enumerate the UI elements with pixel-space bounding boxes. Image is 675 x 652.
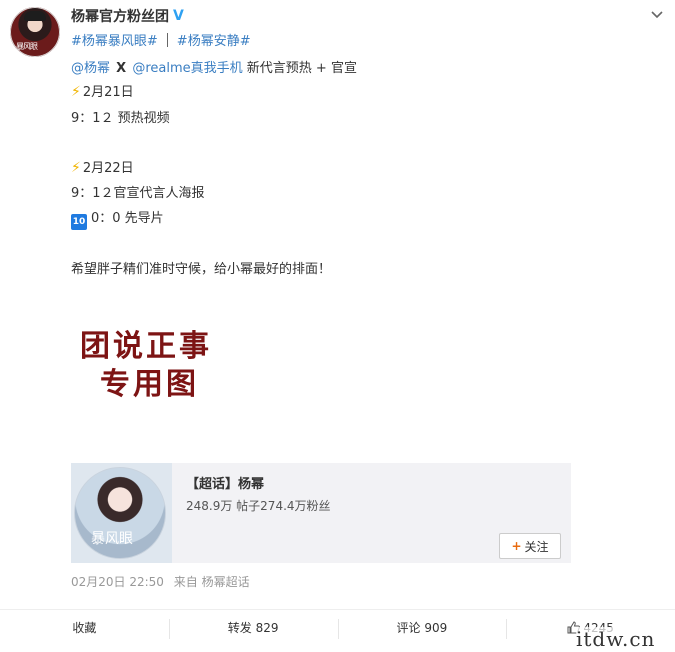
x-symbol: X — [116, 61, 127, 76]
username[interactable]: 杨幂官方粉丝团 V — [71, 6, 187, 26]
cover-text: 暴风眼 — [91, 531, 133, 547]
mention-link[interactable]: @realme真我手机 — [132, 61, 242, 76]
post-line: 9：1２官宣代言人海报 — [71, 182, 205, 201]
lightning-icon: ⚡ — [71, 160, 81, 176]
hashtag-row: #杨幂暴风眼# #杨幂安静# — [71, 30, 251, 49]
comment-button[interactable]: 评论 909 — [337, 615, 507, 645]
post-line: 10 0：0 先导片 — [71, 207, 164, 230]
plus-icon: + — [511, 539, 522, 553]
post-text: 希望胖子精们准时守候，给小幂最好的排面！ — [71, 262, 332, 277]
post-line: 希望胖子精们准时守候，给小幂最好的排面！ — [71, 258, 331, 277]
verified-v-icon: V — [173, 8, 184, 24]
favorite-label: 收藏 — [72, 621, 97, 635]
post-text: 0：0 先导片 — [91, 211, 164, 226]
comment-label: 评论 909 — [396, 621, 448, 635]
post-text: 2月22日 — [82, 161, 134, 176]
card-cover[interactable]: 暴风眼 — [71, 463, 172, 563]
post-line: ⚡ 2月21日 — [71, 81, 134, 100]
action-bar: 收藏 转发 829 评论 909 4245 — [0, 615, 675, 645]
keycap-ten-icon: 10 — [71, 214, 87, 230]
timestamp[interactable]: 02月20日 22:50 — [71, 575, 164, 589]
card-title[interactable]: 【超话】杨幂 — [186, 473, 264, 492]
post-line: ⚡ 2月22日 — [71, 157, 134, 176]
watermark: itdw.cn — [576, 627, 656, 651]
chevron-down-icon[interactable] — [650, 8, 664, 22]
super-topic-card[interactable]: 暴风眼 【超话】杨幂 248.9万 帖子274.4万粉丝 + 关注 — [71, 463, 571, 563]
lightning-icon: ⚡ — [71, 84, 81, 100]
username-text[interactable]: 杨幂官方粉丝团 — [71, 6, 169, 26]
source[interactable]: 来自 杨幂超话 — [174, 575, 250, 589]
post-line: @杨幂 X @realme真我手机 新代言预热 + 官宣 — [71, 57, 357, 76]
post-meta: 02月20日 22:50 来自 杨幂超话 — [71, 573, 256, 590]
hashtag-link[interactable]: #杨幂暴风眼# — [71, 30, 158, 49]
repost-button[interactable]: 转发 829 — [168, 615, 338, 645]
post-text: 2月21日 — [82, 85, 134, 100]
follow-button[interactable]: + 关注 — [499, 533, 561, 559]
image-text: 专用图 — [100, 367, 199, 402]
divider — [0, 609, 675, 610]
post-image[interactable]: 团说正事 专用图 — [80, 328, 230, 408]
user-avatar[interactable]: 暴风眼 — [10, 7, 60, 57]
follow-label: 关注 — [524, 539, 549, 554]
image-text: 团说正事 — [80, 329, 212, 364]
post-text: 9：1２ 预热视频 — [71, 111, 170, 126]
post-text: 9：1２官宣代言人海报 — [71, 186, 205, 201]
post-line: 9：1２ 预热视频 — [71, 107, 170, 126]
hashtag-link[interactable]: #杨幂安静# — [177, 30, 251, 49]
post-text: 新代言预热 + 官宣 — [246, 61, 357, 76]
divider — [166, 32, 168, 47]
mention-link[interactable]: @杨幂 — [71, 61, 110, 76]
card-stats: 248.9万 帖子274.4万粉丝 — [186, 499, 331, 513]
favorite-button[interactable]: 收藏 — [0, 615, 169, 645]
repost-label: 转发 829 — [227, 621, 279, 635]
